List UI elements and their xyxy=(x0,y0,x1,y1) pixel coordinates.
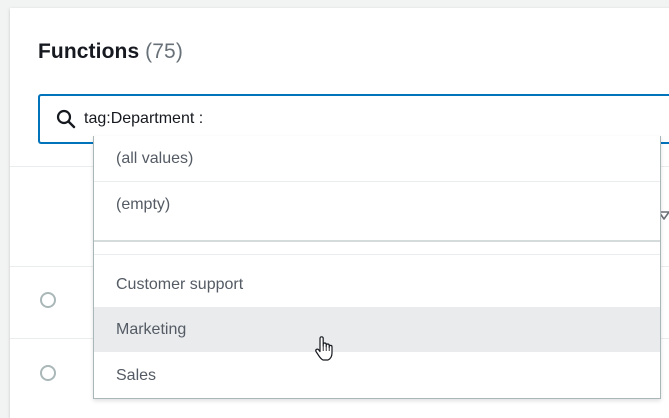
hand-pointer-icon xyxy=(315,336,333,361)
option-label: Customer support xyxy=(116,276,244,293)
option-empty[interactable]: (empty) xyxy=(94,182,660,227)
option-label: (empty) xyxy=(116,196,171,213)
option-marketing[interactable]: Marketing xyxy=(94,307,660,352)
functions-panel: Functions (75) (all values) (empty) Cust… xyxy=(10,8,669,418)
option-sales[interactable]: Sales xyxy=(94,353,660,398)
page-title: Functions (75) xyxy=(38,40,183,64)
row-select-radio[interactable] xyxy=(40,292,56,308)
title-text: Functions xyxy=(38,40,140,63)
option-all-values[interactable]: (all values) xyxy=(94,136,660,181)
option-divider xyxy=(94,254,660,255)
option-group-divider xyxy=(94,240,660,242)
search-icon xyxy=(56,109,76,129)
option-label: (all values) xyxy=(116,150,194,167)
option-label: Marketing xyxy=(116,321,187,338)
option-customer-support[interactable]: Customer support xyxy=(94,262,660,307)
row-select-radio[interactable] xyxy=(40,365,56,381)
filter-value-dropdown: (all values) (empty) Customer support Ma… xyxy=(93,136,661,399)
function-count: (75) xyxy=(145,40,183,63)
search-input[interactable] xyxy=(84,104,644,134)
option-label: Sales xyxy=(116,367,157,384)
